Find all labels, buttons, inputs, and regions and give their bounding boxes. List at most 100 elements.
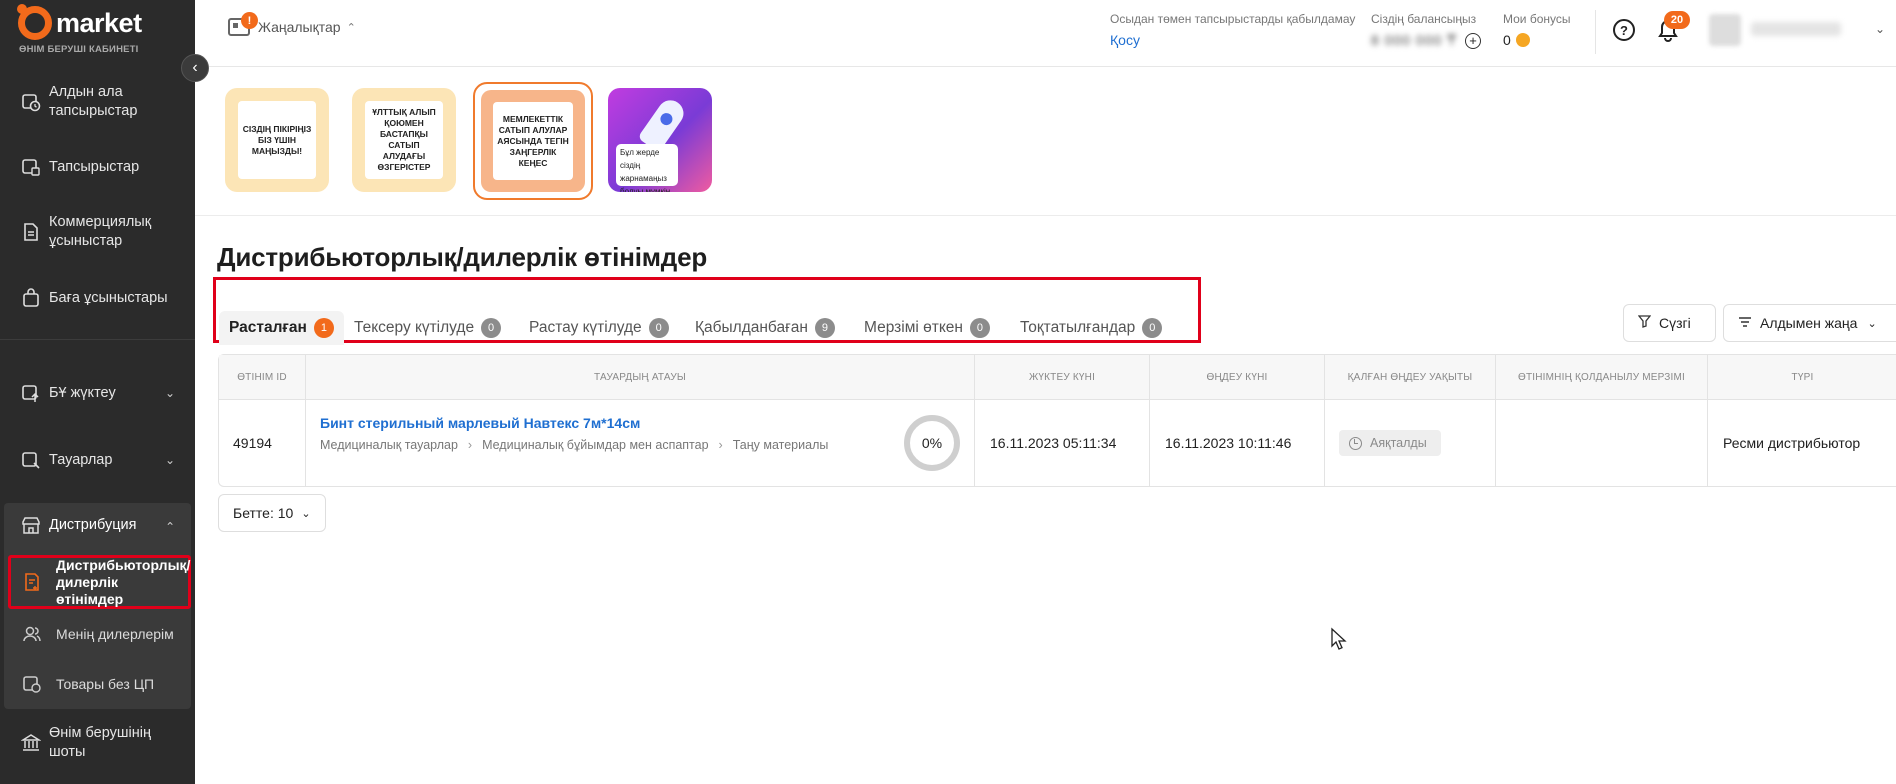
column-header[interactable]: Өтінімнің қолданылу мерзімі <box>1496 355 1708 399</box>
sidebar-subitem-label: Менің дилерлерім <box>56 625 174 642</box>
tab-label: Тексеру күтілуде <box>354 319 475 336</box>
banner-legal-advice[interactable]: МЕМЛЕКЕТТІК САТЫП АЛУЛАР АЯСЫНДА ТЕГІН З… <box>473 82 593 200</box>
column-header[interactable]: Тауардың атауы <box>306 355 975 399</box>
column-header[interactable]: Қалған өңдеу уақыты <box>1325 355 1496 399</box>
users-icon <box>21 623 43 645</box>
top-up-balance-icon[interactable]: + <box>1465 32 1482 49</box>
category-item[interactable]: Таңу материалы <box>733 438 829 452</box>
balance-label: Сіздің балансыңыз <box>1371 12 1477 26</box>
sidebar-item-distribution[interactable]: Дистрибуция ⌄ <box>0 514 195 536</box>
balance-block: Сіздің балансыңыз 8 000 000 ₸ + <box>1371 12 1482 49</box>
sidebar-item-supplier-account[interactable]: Өнім берушінің шоты <box>0 723 195 763</box>
tab-count-badge: 0 <box>1142 318 1163 338</box>
header-divider <box>1595 10 1596 54</box>
category-item[interactable]: Медициналық бұйымдар мен аспаптар <box>482 438 708 452</box>
banner-feedback[interactable]: СІЗДІҢ ПІКІРІҢІЗ БІЗ ҮШІН МАҢЫЗДЫ! <box>225 88 329 192</box>
clock-icon <box>1349 436 1362 450</box>
banner-advertising[interactable]: Бұл жерде сіздің жарнамаңыз болуы мүмкін <box>608 88 712 192</box>
tab-label: Расталған <box>229 319 307 336</box>
notifications-badge: 20 <box>1664 11 1690 29</box>
tab-expired[interactable]: Мерзімі өткен 0 <box>864 311 990 345</box>
brand-name: market <box>56 7 142 38</box>
balance-value: 8 000 000 ₸ <box>1371 32 1458 48</box>
sidebar-item-label: Өнім берушінің шоты <box>49 725 151 760</box>
price-tag-icon <box>21 673 43 695</box>
sidebar-item-label: Алдын ала тапсырыстар <box>49 84 138 119</box>
avatar[interactable] <box>1709 14 1741 46</box>
news-badge: ! <box>241 12 258 29</box>
per-page-label: Бетте: 10 <box>233 505 294 521</box>
cell-process-date: 16.11.2023 10:11:46 <box>1150 399 1325 487</box>
tab-count-badge: 0 <box>481 318 502 338</box>
status-badge: Аяқталды <box>1339 430 1441 456</box>
sidebar-item-commercial-offers[interactable]: Коммерциялық ұсыныстар <box>0 212 195 252</box>
sidebar-subitem-no-price[interactable]: Товары без ЦП <box>8 674 191 694</box>
tab-awaiting-review[interactable]: Тексеру күтілуде 0 <box>354 311 502 345</box>
category-item[interactable]: Медициналық тауарлар <box>320 438 458 452</box>
tab-stopped[interactable]: Тоқтатылғандар 0 <box>1020 311 1163 345</box>
mouse-cursor-icon <box>1330 627 1348 656</box>
sidebar-subitem-label: Дистрибьюторлық/ дилерлік өтінімдер <box>56 556 191 607</box>
logo-mark-icon <box>17 4 52 40</box>
coin-icon <box>1515 33 1530 47</box>
sidebar-divider <box>0 339 195 340</box>
sidebar-item-preorders[interactable]: Алдын ала тапсырыстар <box>0 82 195 122</box>
chevron-up-icon: ⌄ <box>164 518 175 533</box>
chevron-left-icon: ‹ <box>192 59 198 76</box>
collapse-sidebar-button[interactable]: ‹ <box>181 54 209 82</box>
banner-text: СІЗДІҢ ПІКІРІҢІЗ БІЗ ҮШІН МАҢЫЗДЫ! <box>238 101 316 179</box>
sidebar-item-price-offers[interactable]: Баға ұсыныстары <box>0 287 195 309</box>
cell-id: 49194 <box>219 399 306 487</box>
column-header[interactable]: Жүктеу күні <box>975 355 1150 399</box>
sort-dropdown[interactable]: Алдымен жаңа ⌄ <box>1723 304 1896 342</box>
chevron-right-icon: › <box>467 438 473 452</box>
cell-upload-date: 16.11.2023 05:11:34 <box>975 399 1150 487</box>
min-order-enable-link[interactable]: Қосу <box>1110 32 1140 48</box>
calendar-clock-icon <box>20 91 42 113</box>
chevron-down-icon: ⌄ <box>301 507 311 520</box>
top-header: ! Жаңалықтар ⌃ Осыдан төмен тапсырыстард… <box>195 0 1896 67</box>
tab-rejected[interactable]: Қабылданбаған 9 <box>695 311 835 345</box>
chevron-down-icon[interactable]: ⌄ <box>1875 22 1885 36</box>
user-name-blurred[interactable] <box>1751 22 1841 36</box>
tab-awaiting-confirmation[interactable]: Растау күтілуде 0 <box>529 311 669 345</box>
chevron-up-icon: ⌃ <box>346 21 356 34</box>
column-header[interactable]: Түрі <box>1708 355 1896 399</box>
tab-count-badge: 9 <box>814 318 835 338</box>
cell-validity <box>1496 399 1708 487</box>
per-page-dropdown[interactable]: Бетте: 10 ⌄ <box>218 494 326 532</box>
tab-label: Қабылданбаған <box>695 319 808 336</box>
bonus-value: 0 <box>1503 32 1511 48</box>
filter-label: Сүзгі <box>1659 315 1691 331</box>
bag-icon <box>20 287 42 309</box>
help-icon[interactable]: ? <box>1613 19 1635 41</box>
bank-icon <box>20 732 42 754</box>
sidebar-item-goods[interactable]: Тауарлар ⌄ <box>0 449 195 471</box>
sidebar-subitem-distribution-requests[interactable]: Дистрибьюторлық/ дилерлік өтінімдер <box>8 555 191 609</box>
requests-table: Өтінім ID Тауардың атауы Жүктеу күні Өңд… <box>218 354 1896 487</box>
filter-button[interactable]: Сүзгі <box>1623 304 1716 342</box>
sidebar-item-upload[interactable]: БҰ жүктеу ⌄ <box>0 382 195 404</box>
market-logo[interactable]: market <box>17 4 142 40</box>
banner-text: МЕМЛЕКЕТТІК САТЫП АЛУЛАР АЯСЫНДА ТЕГІН З… <box>493 102 573 180</box>
banner-national-operator[interactable]: ҰЛТТЫҚ АЛЫП ҚОЮМЕН БАСТАПҚЫ САТЫП АЛУДАҒ… <box>352 88 456 192</box>
cell-product: Бинт стерильный марлевый Навтекс 7м*14см… <box>306 399 975 487</box>
column-header[interactable]: Өңдеу күні <box>1150 355 1325 399</box>
sidebar-subitem-my-dealers[interactable]: Менің дилерлерім <box>8 624 191 644</box>
news-dropdown[interactable]: ! Жаңалықтар ⌃ <box>228 12 356 36</box>
filter-icon <box>1637 315 1652 331</box>
product-name-link[interactable]: Бинт стерильный марлевый Навтекс 7м*14см <box>320 415 640 431</box>
sidebar-item-label: Баға ұсыныстары <box>49 289 168 306</box>
box-icon <box>20 156 42 178</box>
banner-text: Бұл жерде сіздің жарнамаңыз болуы мүмкін <box>616 144 678 192</box>
news-label: Жаңалықтар <box>258 19 341 35</box>
banner-inner: МЕМЛЕКЕТТІК САТЫП АЛУЛАР АЯСЫНДА ТЕГІН З… <box>481 90 585 192</box>
sidebar-item-label: Коммерциялық ұсыныстар <box>49 214 152 249</box>
tab-confirmed[interactable]: Расталған 1 <box>219 311 344 345</box>
application-icon <box>21 571 43 593</box>
min-order-block: Осыдан төмен тапсырыстарды қабылдамау Қо… <box>1110 12 1355 48</box>
sidebar-item-orders[interactable]: Тапсырыстар <box>0 156 195 178</box>
column-header[interactable]: Өтінім ID <box>219 355 306 399</box>
sort-icon <box>1738 315 1752 331</box>
sidebar-item-label: Дистрибуция <box>49 516 137 533</box>
